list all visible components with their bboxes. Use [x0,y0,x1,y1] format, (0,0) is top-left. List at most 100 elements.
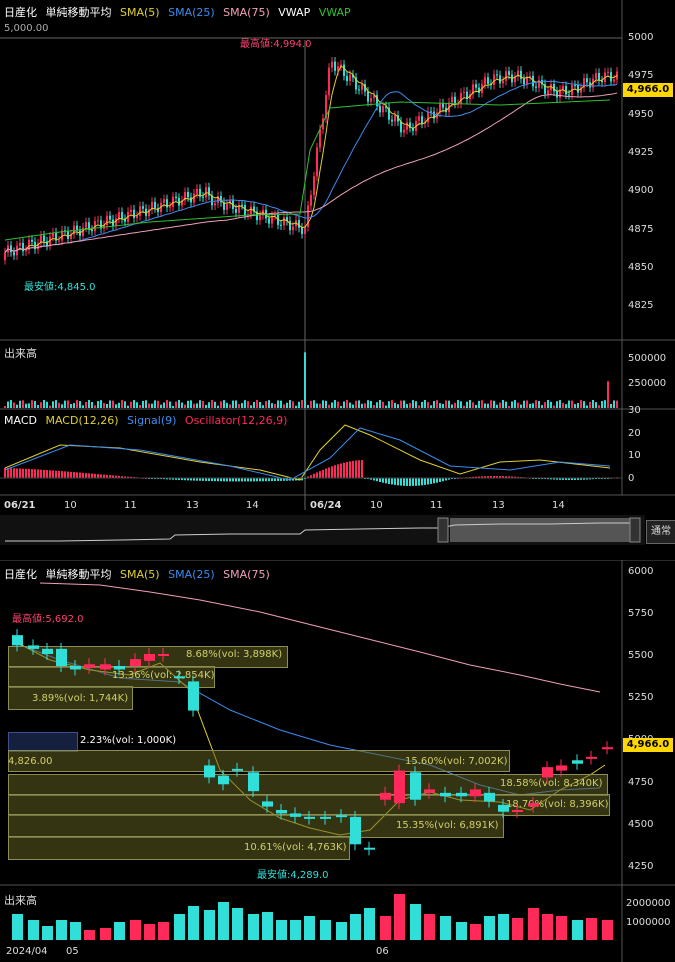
candle [607,72,609,74]
oscillator-bar [319,471,321,478]
volume-bar [553,405,555,408]
volume-bar [319,403,321,408]
oscillator-bar [103,474,105,478]
volume-bar [115,404,117,408]
volume-bar [103,403,105,408]
candle [12,635,23,646]
current-price-tag: 4,966.0 [623,738,673,752]
oscillator-bar [91,473,93,478]
volume-bar [358,400,360,408]
volume-bar [145,400,147,408]
candle [421,116,423,124]
macd-title: MACD [4,414,37,427]
oscillator-bar [418,478,420,486]
volume-bar [158,922,169,940]
oscillator-bar [88,473,90,478]
volume-bar [295,405,297,408]
volume-bar [241,403,243,408]
volume-bar [418,405,420,408]
candle [346,75,348,82]
oscillator-bar [394,478,396,485]
volume-bar [58,402,60,408]
candle [31,239,33,242]
time-range-scrollbar[interactable] [0,515,645,545]
volume-bar [427,402,429,408]
volume-bar [13,402,15,408]
volume-bar [229,404,231,408]
volume-bar [133,400,135,408]
volume-bar [595,402,597,408]
mode-normal-button[interactable]: 通常 [646,520,675,544]
volume-bar [415,401,417,408]
candle [367,91,369,102]
volume-bar [91,402,93,408]
volume-bar [184,404,186,408]
volume-bar [109,400,111,408]
intraday-price-chart[interactable] [0,0,675,548]
volume-bar [343,401,345,408]
candle [520,70,522,79]
volume-bar [218,902,229,940]
volume-bar [205,405,207,408]
oscillator-bar [337,464,339,478]
oscillator-bar [247,478,249,482]
volume-bar [73,403,75,408]
volume-bar [144,924,155,940]
oscillator-bar [328,467,330,478]
volume-bar [79,401,81,408]
oscillator-bar [46,470,48,478]
volume-title: 出来高 [4,894,37,907]
oscillator-bar [232,478,234,482]
candle [174,676,185,679]
oscillator-bar [352,460,354,478]
volume-bar [430,405,432,408]
low-price-annotation: 最安値:4,289.0 [257,870,329,881]
volume-bar [19,400,21,408]
candle [343,64,345,76]
candle [403,129,405,133]
oscillator-bar [334,465,336,478]
oscillator-bar [43,469,45,478]
volume-bar [586,918,597,940]
oscillator-bar [244,478,246,482]
candle [42,648,53,654]
volume-bar [391,400,393,408]
oscillator-bar [229,478,231,482]
oscillator-bar [421,478,423,486]
volume-bar [322,400,324,408]
volume-bar [364,908,375,940]
volume-bar [379,400,381,408]
macd-header: MACD MACD(12,26) Signal(9) Oscillator(12… [4,414,292,427]
signal-label: Signal(9) [127,414,177,427]
volume-bar [310,400,312,408]
volume-bar [286,402,288,408]
volume-bar [42,926,53,940]
volume-bar [70,922,81,940]
volume-bar [523,400,525,408]
volume-bar [472,402,474,408]
oscillator-bar [73,472,75,478]
candle [188,681,199,711]
volume-bar [517,402,519,408]
macd-line-label: MACD(12,26) [45,414,119,427]
volume-bar [470,924,481,940]
volume-bar [268,400,270,408]
price-tick: 5250 [628,692,654,703]
volume-bar [34,400,36,408]
oscillator-bar [439,478,441,482]
volume-bar [499,402,501,408]
candle [535,86,537,88]
volume-bar [88,400,90,408]
macd-line [4,424,611,481]
oscillator-bar [409,478,411,486]
oscillator-bar [340,463,342,478]
candle [262,801,273,807]
candle [259,215,261,221]
candle [133,209,135,219]
price-tick: 4875 [628,224,654,235]
volume-bar [130,401,132,408]
candle [529,75,531,77]
candle [456,792,467,797]
candle [319,129,321,148]
candle [547,90,549,94]
